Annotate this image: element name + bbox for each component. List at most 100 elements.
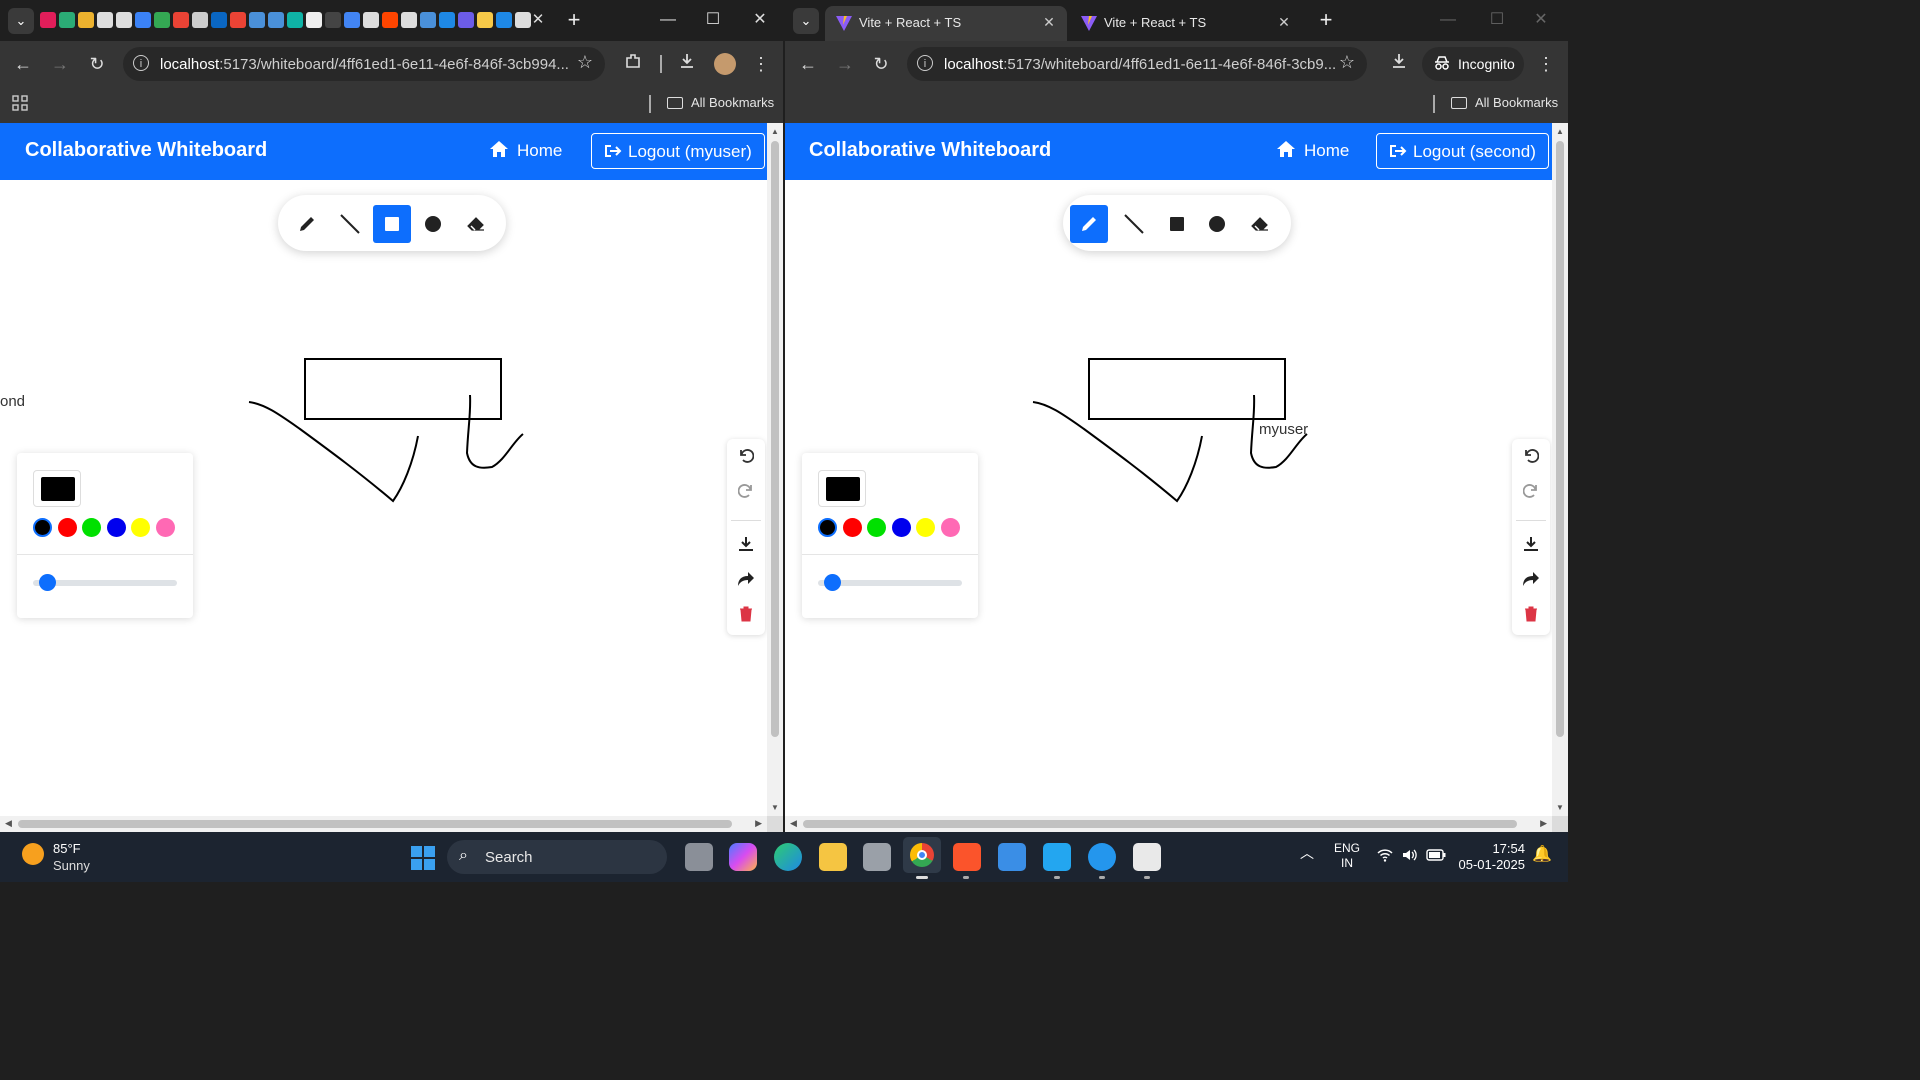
brush-size-thumb[interactable] [824, 574, 841, 591]
tab-favicon[interactable] [116, 12, 132, 28]
weather-sun-icon[interactable] [22, 843, 44, 865]
tab-favicon[interactable] [230, 12, 246, 28]
scroll-down-icon[interactable]: ▼ [1556, 803, 1564, 812]
language-indicator[interactable]: ENG IN [1334, 841, 1360, 871]
vertical-scrollbar[interactable]: ▲ ▼ [767, 123, 783, 816]
minimize-button[interactable]: — [1425, 6, 1471, 34]
share-button[interactable] [736, 569, 756, 589]
tab-favicon[interactable] [344, 12, 360, 28]
scroll-down-icon[interactable]: ▼ [771, 803, 779, 812]
tab-favicon[interactable] [439, 12, 455, 28]
tab-favicon[interactable] [287, 12, 303, 28]
copilot-icon[interactable] [729, 843, 757, 871]
scroll-thumb[interactable] [1556, 141, 1564, 737]
tab-favicon[interactable] [192, 12, 208, 28]
extensions-icon[interactable] [619, 50, 647, 78]
volume-icon[interactable] [1402, 848, 1418, 866]
downloads-icon[interactable] [1385, 50, 1413, 78]
scroll-thumb[interactable] [803, 820, 1517, 828]
tab-favicon[interactable] [458, 12, 474, 28]
scroll-thumb[interactable] [18, 820, 732, 828]
tab-favicon[interactable] [401, 12, 417, 28]
undo-button[interactable] [1521, 446, 1541, 466]
current-color-picker[interactable] [33, 470, 81, 507]
reload-button[interactable]: ↻ [867, 50, 895, 78]
color-swatch-blue[interactable] [107, 518, 126, 537]
color-swatch-yellow[interactable] [916, 518, 935, 537]
downloads-icon[interactable] [673, 50, 701, 78]
battery-icon[interactable] [1426, 848, 1446, 866]
tab-favicon[interactable] [249, 12, 265, 28]
file-explorer-icon[interactable] [819, 843, 847, 871]
menu-icon[interactable]: ⋮ [747, 50, 775, 78]
incognito-badge[interactable]: Incognito [1422, 47, 1524, 81]
minimize-button[interactable]: — [645, 6, 691, 34]
color-swatch-black[interactable] [818, 518, 837, 537]
taskbar-search[interactable]: ⌕ Search [447, 840, 667, 874]
color-swatch-yellow[interactable] [131, 518, 150, 537]
menu-icon[interactable]: ⋮ [1532, 50, 1560, 78]
tab-favicon[interactable] [97, 12, 113, 28]
forward-button[interactable]: → [831, 50, 859, 78]
undo-button[interactable] [736, 446, 756, 466]
color-swatch-green[interactable] [82, 518, 101, 537]
scroll-left-icon[interactable]: ◀ [790, 818, 797, 829]
tray-overflow-icon[interactable]: ︿ [1300, 846, 1314, 861]
scroll-thumb[interactable] [771, 141, 779, 737]
clear-board-button[interactable] [736, 604, 756, 624]
close-window-button[interactable]: ✕ [737, 6, 783, 34]
color-swatch-pink[interactable] [156, 518, 175, 537]
tab-favicon[interactable] [135, 12, 151, 28]
task-view-icon[interactable] [685, 843, 713, 871]
redo-button[interactable] [736, 481, 756, 501]
address-bar[interactable]: i localhost:5173/whiteboard/4ff61ed1-6e1… [123, 47, 605, 81]
bookmark-star-icon[interactable]: ☆ [577, 52, 593, 73]
profile-avatar[interactable] [711, 50, 739, 78]
new-tab-button[interactable]: + [561, 7, 587, 33]
brave-icon[interactable] [953, 843, 981, 871]
edge-icon[interactable] [774, 843, 802, 871]
redo-button[interactable] [1521, 481, 1541, 501]
store-icon[interactable] [998, 843, 1026, 871]
vertical-scrollbar[interactable]: ▲ ▼ [1552, 123, 1568, 816]
tab-favicon[interactable] [59, 12, 75, 28]
tab-inactive[interactable]: Vite + React + TS ✕ [1070, 6, 1302, 41]
back-button[interactable]: ← [794, 50, 822, 78]
apps-grid-icon[interactable] [12, 95, 28, 116]
back-button[interactable]: ← [9, 50, 37, 78]
clear-board-button[interactable] [1521, 604, 1541, 624]
system-clock[interactable]: 17:54 05-01-2025 [1455, 841, 1526, 873]
tab-active[interactable]: Vite + React + TS ✕ [825, 6, 1067, 41]
scroll-right-icon[interactable]: ▶ [755, 818, 762, 829]
reload-button[interactable]: ↻ [83, 50, 111, 78]
scroll-right-icon[interactable]: ▶ [1540, 818, 1547, 829]
all-bookmarks-button[interactable]: All Bookmarks [1451, 95, 1558, 110]
weather-condition[interactable]: Sunny [53, 858, 90, 873]
tab-search-button[interactable]: ⌄ [793, 8, 819, 34]
color-swatch-green[interactable] [867, 518, 886, 537]
color-swatch-blue[interactable] [892, 518, 911, 537]
vscode-icon[interactable] [1043, 843, 1071, 871]
wifi-icon[interactable] [1377, 848, 1393, 865]
maximize-button[interactable]: ☐ [1474, 6, 1520, 34]
download-button[interactable] [1521, 534, 1541, 554]
tab-favicon[interactable] [363, 12, 379, 28]
close-tab-icon[interactable]: ✕ [1039, 12, 1059, 32]
download-button[interactable] [736, 534, 756, 554]
tab-favicon[interactable] [173, 12, 189, 28]
bookmark-star-icon[interactable]: ☆ [1339, 52, 1355, 73]
snipping-tool-icon[interactable] [1133, 843, 1161, 871]
color-swatch-pink[interactable] [941, 518, 960, 537]
tab-favicon[interactable] [40, 12, 56, 28]
tab-favicon[interactable] [211, 12, 227, 28]
docker-icon[interactable] [1088, 843, 1116, 871]
scroll-up-icon[interactable]: ▲ [771, 127, 779, 136]
chrome-taskbar-button[interactable] [903, 837, 941, 873]
forward-button[interactable]: → [46, 50, 74, 78]
brush-size-thumb[interactable] [39, 574, 56, 591]
start-button[interactable] [411, 846, 435, 870]
scroll-left-icon[interactable]: ◀ [5, 818, 12, 829]
tab-favicon[interactable] [382, 12, 398, 28]
color-swatch-black[interactable] [33, 518, 52, 537]
tab-favicon[interactable] [325, 12, 341, 28]
